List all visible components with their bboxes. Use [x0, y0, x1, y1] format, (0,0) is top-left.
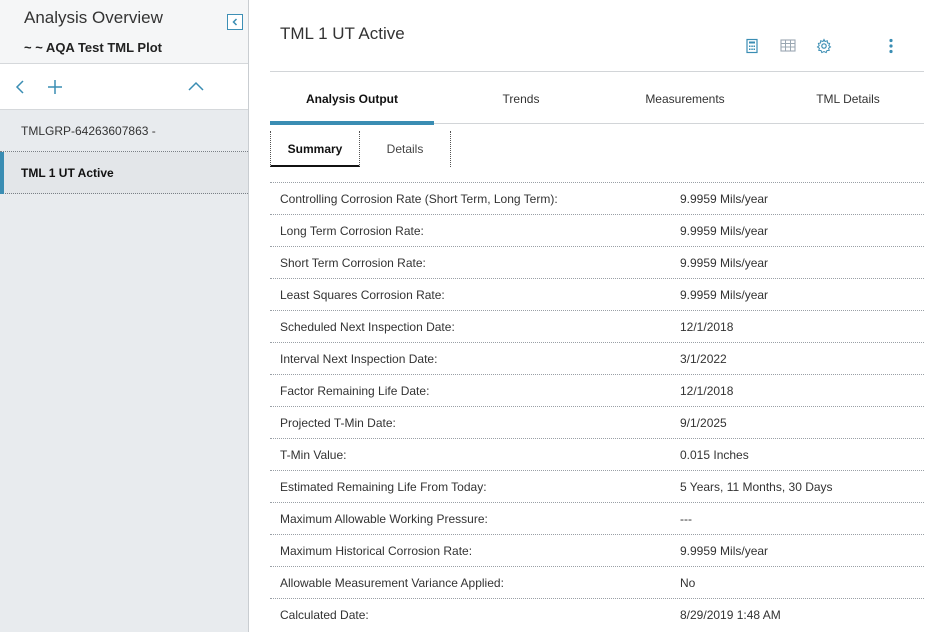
row-label: Estimated Remaining Life From Today:: [280, 480, 487, 494]
chevron-left-icon: [15, 80, 24, 94]
row-value: No: [680, 576, 696, 590]
tab-bar: Analysis Output Trends Measurements TML …: [270, 72, 924, 125]
sidebar-item-label: TMLGRP-64263607863 -: [21, 124, 156, 138]
sidebar-toolbar: [0, 64, 248, 110]
summary-row: Calculated Date: 8/29/2019 1:48 AM: [270, 598, 924, 630]
row-value: 9.9959 Mils/year: [680, 192, 769, 206]
row-label: Maximum Allowable Working Pressure:: [280, 512, 488, 526]
row-label: Allowable Measurement Variance Applied:: [280, 576, 504, 590]
row-value: 9.9959 Mils/year: [680, 224, 769, 238]
summary-row: Allowable Measurement Variance Applied: N…: [270, 566, 924, 598]
row-label: Scheduled Next Inspection Date:: [280, 320, 455, 334]
tab-trends[interactable]: Trends: [466, 72, 576, 124]
row-label: Projected T-Min Date:: [280, 416, 396, 430]
collapse-sidebar-button[interactable]: [227, 14, 243, 30]
main-panel: TML 1 UT Active Analysis Output Trends M…: [250, 0, 944, 632]
page-title: TML 1 UT Active: [280, 24, 405, 43]
row-value: 12/1/2018: [680, 384, 734, 398]
tab-analysis-output[interactable]: Analysis Output: [270, 72, 434, 125]
sidebar-title: Analysis Overview: [24, 8, 163, 27]
row-label: Controlling Corrosion Rate (Short Term, …: [280, 192, 558, 206]
row-value: 9.9959 Mils/year: [680, 544, 769, 558]
row-value: 9.9959 Mils/year: [680, 288, 769, 302]
summary-row: Factor Remaining Life Date: 12/1/2018: [270, 374, 924, 406]
plus-icon: [48, 80, 62, 94]
summary-row: Least Squares Corrosion Rate: 9.9959 Mils…: [270, 278, 924, 310]
calculator-icon: [746, 38, 758, 54]
row-label: Short Term Corrosion Rate:: [280, 256, 426, 270]
tab-tml-details[interactable]: TML Details: [793, 72, 903, 124]
sidebar-item-tmlgrp[interactable]: TMLGRP-64263607863 -: [0, 110, 248, 152]
row-value: 9/1/2025: [680, 416, 727, 430]
collapse-up-button[interactable]: [186, 77, 206, 97]
chevron-left-icon: [232, 18, 238, 26]
sidebar-item-label: TML 1 UT Active: [21, 166, 114, 180]
summary-row: Scheduled Next Inspection Date: 12/1/2018: [270, 310, 924, 342]
summary-row: Projected T-Min Date: 9/1/2025: [270, 406, 924, 438]
table-grid-icon: [780, 39, 796, 52]
gear-icon: [816, 38, 832, 54]
summary-row: Maximum Historical Corrosion Rate: 9.9959…: [270, 534, 924, 566]
summary-list: Controlling Corrosion Rate (Short Term, …: [270, 182, 924, 630]
subtab-details[interactable]: Details: [360, 131, 450, 167]
more-vertical-icon: [889, 38, 893, 54]
row-value: ---: [680, 512, 692, 526]
summary-row: Maximum Allowable Working Pressure: ---: [270, 502, 924, 534]
back-button[interactable]: [11, 77, 31, 97]
row-label: Long Term Corrosion Rate:: [280, 224, 424, 238]
row-value: 9.9959 Mils/year: [680, 256, 769, 270]
row-label: Interval Next Inspection Date:: [280, 352, 438, 366]
subtab-bar: Summary Details: [270, 125, 924, 169]
row-value: 12/1/2018: [680, 320, 734, 334]
summary-row: T-Min Value: 0.015 Inches: [270, 438, 924, 470]
row-value: 8/29/2019 1:48 AM: [680, 608, 781, 622]
row-label: Calculated Date:: [280, 608, 369, 622]
settings-button[interactable]: [816, 38, 832, 54]
chevron-up-icon: [188, 81, 204, 91]
more-options-button[interactable]: [883, 38, 899, 54]
summary-row: Estimated Remaining Life From Today: 5 Ye…: [270, 470, 924, 502]
grid-button[interactable]: [780, 38, 796, 54]
sidebar-header: Analysis Overview ~ ~ AQA Test TML Plot: [0, 0, 248, 64]
row-label: Least Squares Corrosion Rate:: [280, 288, 445, 302]
summary-row: Short Term Corrosion Rate: 9.9959 Mils/ye…: [270, 246, 924, 278]
row-label: Factor Remaining Life Date:: [280, 384, 430, 398]
subtab-summary[interactable]: Summary: [270, 131, 360, 167]
sidebar-item-tml-1-ut-active[interactable]: TML 1 UT Active: [0, 152, 248, 194]
calculator-button[interactable]: [744, 38, 760, 54]
tab-measurements[interactable]: Measurements: [625, 72, 745, 124]
row-label: T-Min Value:: [280, 448, 347, 462]
row-value: 5 Years, 11 Months, 30 Days: [680, 480, 833, 494]
add-button[interactable]: [45, 77, 65, 97]
sidebar-subtitle: ~ ~ AQA Test TML Plot: [24, 40, 162, 55]
sidebar: Analysis Overview ~ ~ AQA Test TML Plot …: [0, 0, 249, 632]
summary-row: Long Term Corrosion Rate: 9.9959 Mils/yea…: [270, 214, 924, 246]
summary-row: Controlling Corrosion Rate (Short Term, …: [270, 182, 924, 214]
summary-row: Interval Next Inspection Date: 3/1/2022: [270, 342, 924, 374]
row-value: 3/1/2022: [680, 352, 727, 366]
subtab-divider: [450, 131, 451, 167]
row-label: Maximum Historical Corrosion Rate:: [280, 544, 473, 558]
row-value: 0.015 Inches: [680, 448, 749, 462]
